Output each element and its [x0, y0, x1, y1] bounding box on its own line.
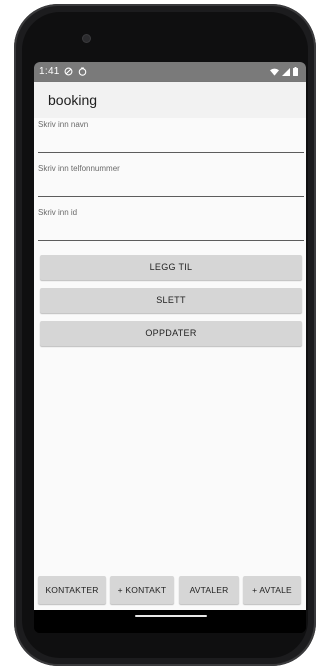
appointments-button[interactable]: AVTALER	[179, 576, 239, 604]
front-camera	[83, 35, 90, 42]
id-input[interactable]	[38, 218, 304, 241]
add-contact-button[interactable]: + KONTAKT	[110, 576, 174, 604]
wifi-icon	[270, 68, 279, 79]
do-not-disturb-icon	[64, 67, 73, 76]
update-button[interactable]: OPPDATER	[40, 321, 302, 346]
id-field-label: Skriv inn id	[38, 208, 78, 217]
battery-icon	[293, 67, 298, 79]
home-gesture-handle[interactable]	[135, 615, 207, 617]
add-button[interactable]: LEGG TIL	[40, 255, 302, 280]
device-screen: 1:41 booking Skriv inn navn Skriv inn te…	[34, 62, 306, 633]
name-input[interactable]	[38, 130, 304, 153]
main-content: Skriv inn navn Skriv inn telfonnummer Sk…	[34, 118, 306, 576]
sync-icon	[78, 67, 87, 76]
status-icons-right	[270, 67, 298, 79]
system-nav-bar	[34, 610, 306, 633]
bottom-nav: KONTAKTER + KONTAKT AVTALER + AVTALE	[34, 576, 306, 610]
phone-input[interactable]	[38, 174, 304, 197]
contacts-button[interactable]: KONTAKTER	[38, 576, 106, 604]
app-title: booking	[48, 92, 98, 108]
add-appointment-button[interactable]: + AVTALE	[243, 576, 301, 604]
delete-button[interactable]: SLETT	[40, 288, 302, 313]
phone-field-label: Skriv inn telfonnummer	[38, 164, 120, 173]
app-bar: booking	[34, 82, 306, 118]
status-bar: 1:41	[34, 62, 306, 82]
status-time: 1:41	[39, 66, 60, 77]
status-icons-left	[64, 67, 87, 76]
signal-icon	[282, 67, 290, 79]
name-field-label: Skriv inn navn	[38, 120, 89, 129]
